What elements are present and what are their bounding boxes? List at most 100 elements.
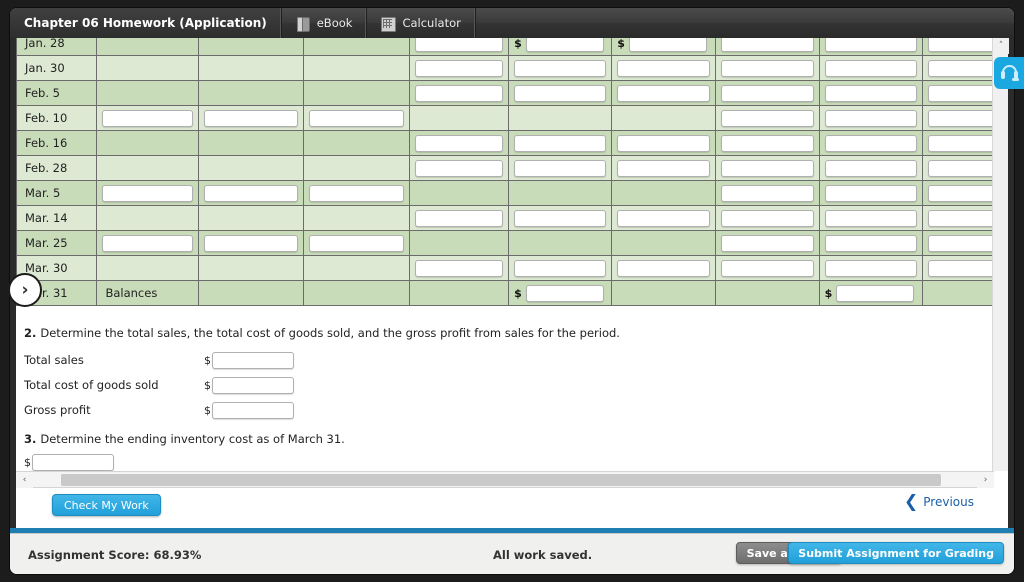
horizontal-scroll-thumb[interactable] <box>61 474 941 486</box>
ledger-input[interactable] <box>415 209 504 227</box>
scroll-left-arrow-icon[interactable]: ‹ <box>16 472 33 488</box>
ledger-input[interactable] <box>721 38 814 52</box>
ledger-input[interactable] <box>927 59 994 77</box>
ledger-row: Feb. 5 <box>16 80 994 106</box>
ledger-input[interactable] <box>525 284 604 302</box>
ledger-input[interactable] <box>203 234 298 252</box>
ledger-input[interactable] <box>824 109 917 127</box>
ledger-input[interactable] <box>514 209 607 227</box>
scroll-right-arrow-icon[interactable]: › <box>977 472 994 488</box>
ledger-input[interactable] <box>721 84 814 102</box>
ledger-input[interactable] <box>927 259 994 277</box>
footer-bar: Assignment Score: 68.93% All work saved.… <box>10 533 1014 574</box>
check-my-work-button[interactable]: Check My Work <box>52 494 161 516</box>
ledger-blank-cell <box>197 80 304 106</box>
ledger-input[interactable] <box>102 109 193 127</box>
ledger-input-cell <box>197 180 304 206</box>
ledger-input[interactable] <box>824 209 917 227</box>
vertical-scrollbar[interactable]: ˄ <box>992 38 1009 471</box>
expand-panel-handle[interactable]: › <box>8 273 42 307</box>
ledger-input[interactable] <box>721 234 814 252</box>
ledger-input[interactable] <box>617 134 711 152</box>
ledger-input[interactable] <box>617 159 711 177</box>
ledger-input[interactable] <box>415 259 504 277</box>
ledger-input[interactable] <box>927 184 994 202</box>
ledger-input[interactable] <box>415 159 504 177</box>
ledger-input[interactable] <box>617 259 711 277</box>
dollar-sign-total-cogs: $ <box>204 378 211 392</box>
question-3-number: 3. <box>24 432 37 446</box>
ledger-blank-cell <box>197 155 304 181</box>
input-ending-inventory[interactable] <box>32 454 114 471</box>
tab-ebook[interactable]: eBook <box>282 8 368 38</box>
action-row: Check My Work ❮ Previous <box>16 489 994 527</box>
ledger-input[interactable] <box>721 59 814 77</box>
tab-calculator[interactable]: Calculator <box>367 8 476 38</box>
ledger-input[interactable] <box>514 59 607 77</box>
ledger-input[interactable] <box>927 209 994 227</box>
ledger-input[interactable] <box>308 234 405 252</box>
ledger-input[interactable] <box>308 109 405 127</box>
ledger-input[interactable] <box>721 184 814 202</box>
tab-ebook-label: eBook <box>316 16 353 30</box>
answer-label-total-cogs: Total cost of goods sold <box>24 378 159 392</box>
horizontal-scrollbar[interactable]: ‹ › <box>16 471 994 488</box>
ledger-input[interactable] <box>415 38 504 52</box>
ledger-input[interactable] <box>415 59 504 77</box>
ledger-input[interactable] <box>824 38 917 52</box>
ledger-input[interactable] <box>102 184 193 202</box>
ledger-row: Mar. 31 Balances $ $ <box>16 280 994 306</box>
previous-link[interactable]: ❮ Previous <box>904 494 974 511</box>
input-total-cogs[interactable] <box>212 376 294 394</box>
input-total-sales[interactable] <box>212 351 294 369</box>
ledger-input[interactable] <box>203 184 298 202</box>
ledger-row: Mar. 25 <box>16 230 994 256</box>
ledger-input[interactable] <box>514 84 607 102</box>
ledger-input[interactable] <box>824 234 917 252</box>
tab-chapter-homework[interactable]: Chapter 06 Homework (Application) <box>10 8 282 38</box>
ledger-input[interactable] <box>617 209 711 227</box>
ledger-input[interactable] <box>824 134 917 152</box>
ledger-input[interactable] <box>721 209 814 227</box>
ledger-input[interactable] <box>927 134 994 152</box>
ledger-input[interactable] <box>415 84 504 102</box>
ledger-date-cell: Jan. 30 <box>16 55 98 81</box>
ledger-input[interactable] <box>927 38 994 52</box>
ledger-input-cell <box>715 38 820 56</box>
ledger-input[interactable] <box>824 84 917 102</box>
ledger-input[interactable] <box>525 38 604 52</box>
scroll-up-arrow-icon[interactable]: ˄ <box>993 38 1009 54</box>
ledger-input[interactable] <box>824 59 917 77</box>
ledger-input[interactable] <box>102 234 193 252</box>
ledger-input[interactable] <box>514 259 607 277</box>
ledger-input[interactable] <box>617 84 711 102</box>
question-scroll-area[interactable]: Jan. 28 $ $ Jan. 30 Feb. 5 Feb. 10 Feb. 16 Feb.… <box>16 38 994 471</box>
submit-assignment-button[interactable]: Submit Assignment for Grading <box>788 542 1004 564</box>
ledger-input[interactable] <box>927 109 994 127</box>
ledger-input[interactable] <box>836 284 915 302</box>
ledger-input[interactable] <box>927 84 994 102</box>
ledger-input[interactable] <box>514 159 607 177</box>
ledger-input[interactable] <box>628 38 707 52</box>
ledger-row: Feb. 10 <box>16 105 994 131</box>
ledger-input[interactable] <box>824 159 917 177</box>
ledger-input[interactable] <box>308 184 405 202</box>
ledger-input[interactable] <box>721 159 814 177</box>
ledger-blank-cell <box>302 280 411 306</box>
ledger-input[interactable] <box>617 59 711 77</box>
ledger-input[interactable] <box>927 159 994 177</box>
ledger-input[interactable] <box>824 259 917 277</box>
support-chat-button[interactable] <box>994 57 1024 89</box>
ledger-input[interactable] <box>415 134 504 152</box>
ledger-input[interactable] <box>514 134 607 152</box>
ledger-input[interactable] <box>721 134 814 152</box>
assignment-score: Assignment Score: 68.93% <box>28 548 202 562</box>
ledger-input[interactable] <box>927 234 994 252</box>
input-gross-profit[interactable] <box>212 401 294 419</box>
ledger-input[interactable] <box>203 109 298 127</box>
ledger-input[interactable] <box>721 259 814 277</box>
ledger-input-cell <box>921 80 994 106</box>
ledger-input[interactable] <box>824 184 917 202</box>
ledger-input[interactable] <box>721 109 814 127</box>
ledger-date-cell: Mar. 25 <box>16 230 98 256</box>
